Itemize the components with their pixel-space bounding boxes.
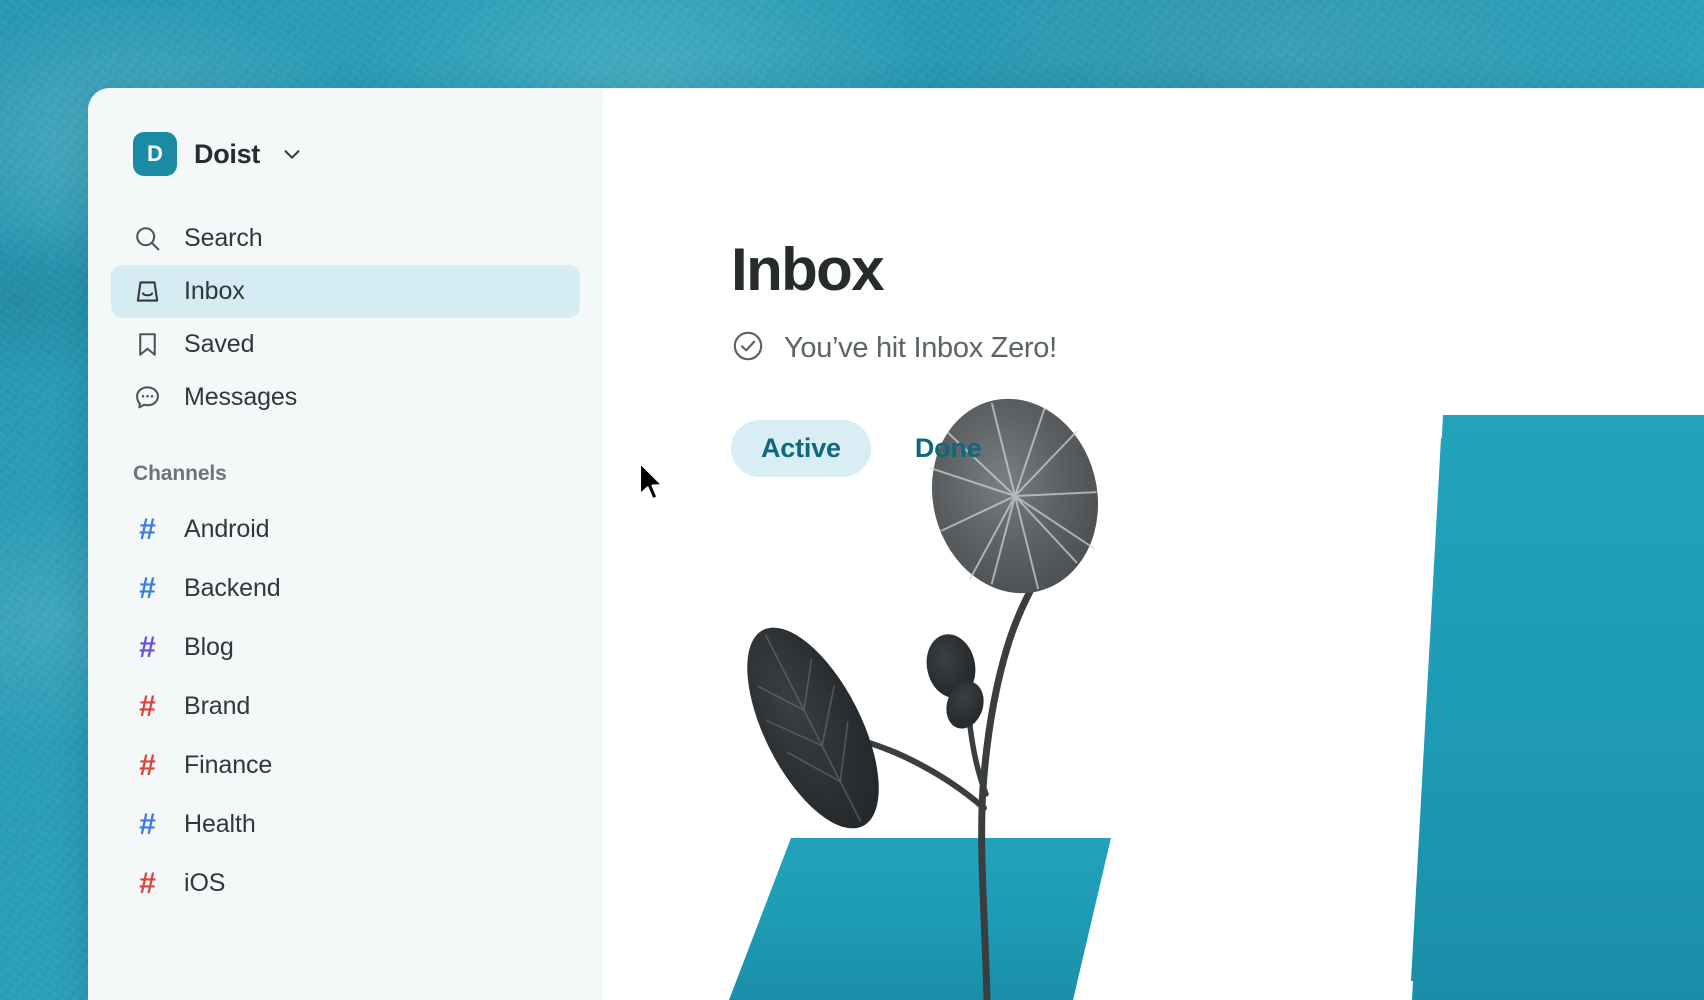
hash-icon: # [139, 748, 156, 782]
inbox-tray-icon [133, 277, 162, 306]
workspace-switcher[interactable]: D Doist [88, 88, 603, 176]
hash-icon: # [139, 866, 156, 900]
primary-nav: Search Inbox Saved Messages [88, 212, 603, 424]
channels-list: # Android # Backend # Blog # Brand # Fin… [88, 500, 603, 913]
channel-label: Finance [184, 751, 273, 779]
channel-label: Brand [184, 692, 251, 720]
hash-icon: # [139, 630, 156, 664]
search-icon [133, 224, 162, 253]
hash-icon: # [139, 512, 156, 546]
check-circle-icon [731, 329, 765, 368]
workspace-name: Doist [194, 138, 261, 169]
channels-section-title: Channels [133, 462, 227, 485]
channel-label: Health [184, 810, 256, 838]
chevron-down-icon[interactable] [281, 143, 303, 165]
sidebar-item-inbox[interactable]: Inbox [111, 265, 580, 318]
channel-label: Blog [184, 633, 234, 661]
channel-item-blog[interactable]: # Blog [111, 618, 580, 677]
channel-label: iOS [184, 869, 226, 897]
sidebar-item-label: Inbox [184, 277, 245, 305]
channel-label: Backend [184, 574, 281, 602]
main-content: Inbox You’ve hit Inbox Zero! Active Done [603, 88, 1704, 1000]
hash-icon: # [139, 807, 156, 841]
sidebar: D Doist Search Inbox Saved Messages Chan… [88, 88, 603, 1000]
sidebar-item-label: Search [184, 224, 263, 252]
channel-item-health[interactable]: # Health [111, 795, 580, 854]
sidebar-item-search[interactable]: Search [111, 212, 580, 265]
channel-item-finance[interactable]: # Finance [111, 736, 580, 795]
tab-done[interactable]: Done [885, 420, 1012, 477]
tab-active[interactable]: Active [731, 420, 871, 477]
app-window: D Doist Search Inbox Saved Messages Chan… [88, 88, 1704, 1000]
bookmark-icon [133, 330, 162, 359]
channel-item-brand[interactable]: # Brand [111, 677, 580, 736]
sidebar-item-saved[interactable]: Saved [111, 318, 580, 371]
speech-bubble-icon [133, 383, 162, 412]
inbox-filter-tabs: Active Done [731, 420, 1704, 477]
channel-item-backend[interactable]: # Backend [111, 559, 580, 618]
inbox-zero-status: You’ve hit Inbox Zero! [731, 329, 1704, 368]
workspace-avatar: D [133, 132, 177, 176]
channel-label: Android [184, 515, 270, 543]
hash-icon: # [139, 571, 156, 605]
sidebar-item-label: Messages [184, 383, 298, 411]
inbox-zero-message: You’ve hit Inbox Zero! [784, 332, 1057, 364]
hash-icon: # [139, 689, 156, 723]
page-title: Inbox [731, 236, 885, 303]
channel-item-android[interactable]: # Android [111, 500, 580, 559]
channel-item-ios[interactable]: # iOS [111, 854, 580, 913]
sidebar-item-messages[interactable]: Messages [111, 371, 580, 424]
sidebar-item-label: Saved [184, 330, 255, 358]
